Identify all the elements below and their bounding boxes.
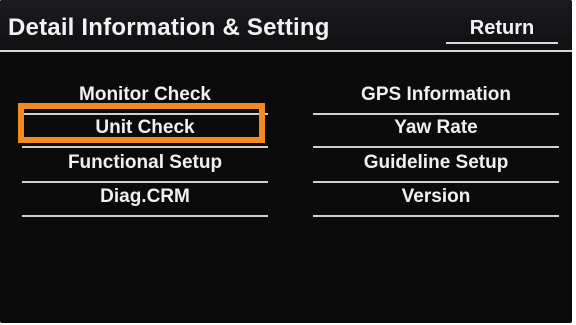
menu-item-divider	[313, 215, 559, 217]
menu-item-label: GPS Information	[361, 84, 511, 105]
menu-item-functional-setup[interactable]: Functional Setup	[22, 150, 268, 183]
detail-information-screen: Detail Information & Setting Return Moni…	[0, 0, 572, 323]
menu-item-label: Monitor Check	[79, 84, 211, 105]
menu-item-guideline-setup[interactable]: Guideline Setup	[313, 150, 559, 183]
menu-item-divider	[22, 146, 268, 148]
menu-item-divider	[313, 181, 559, 183]
menu-item-label: Guideline Setup	[363, 152, 509, 173]
return-button[interactable]: Return	[446, 14, 558, 44]
header-bar: Detail Information & Setting Return	[0, 0, 572, 52]
page-title: Detail Information & Setting	[8, 14, 330, 41]
menu-item-unit-check[interactable]: Unit Check	[22, 115, 268, 148]
menu-item-divider	[22, 215, 268, 217]
menu-item-label: Diag.CRM	[100, 186, 190, 207]
menu-item-yaw-rate[interactable]: Yaw Rate	[313, 115, 559, 148]
menu-item-version[interactable]: Version	[313, 184, 559, 217]
menu-item-label: Version	[401, 186, 471, 207]
menu-item-divider	[313, 146, 559, 148]
return-underline	[446, 42, 558, 44]
menu-item-label: Unit Check	[95, 117, 195, 138]
menu-item-diag-crm[interactable]: Diag.CRM	[22, 184, 268, 217]
menu-item-monitor-check[interactable]: Monitor Check	[22, 82, 268, 115]
return-button-label: Return	[469, 17, 535, 39]
menu-item-divider	[22, 181, 268, 183]
menu-item-label: Yaw Rate	[394, 117, 478, 138]
menu-item-gps-information[interactable]: GPS Information	[313, 82, 559, 115]
menu-item-label: Functional Setup	[67, 152, 223, 173]
